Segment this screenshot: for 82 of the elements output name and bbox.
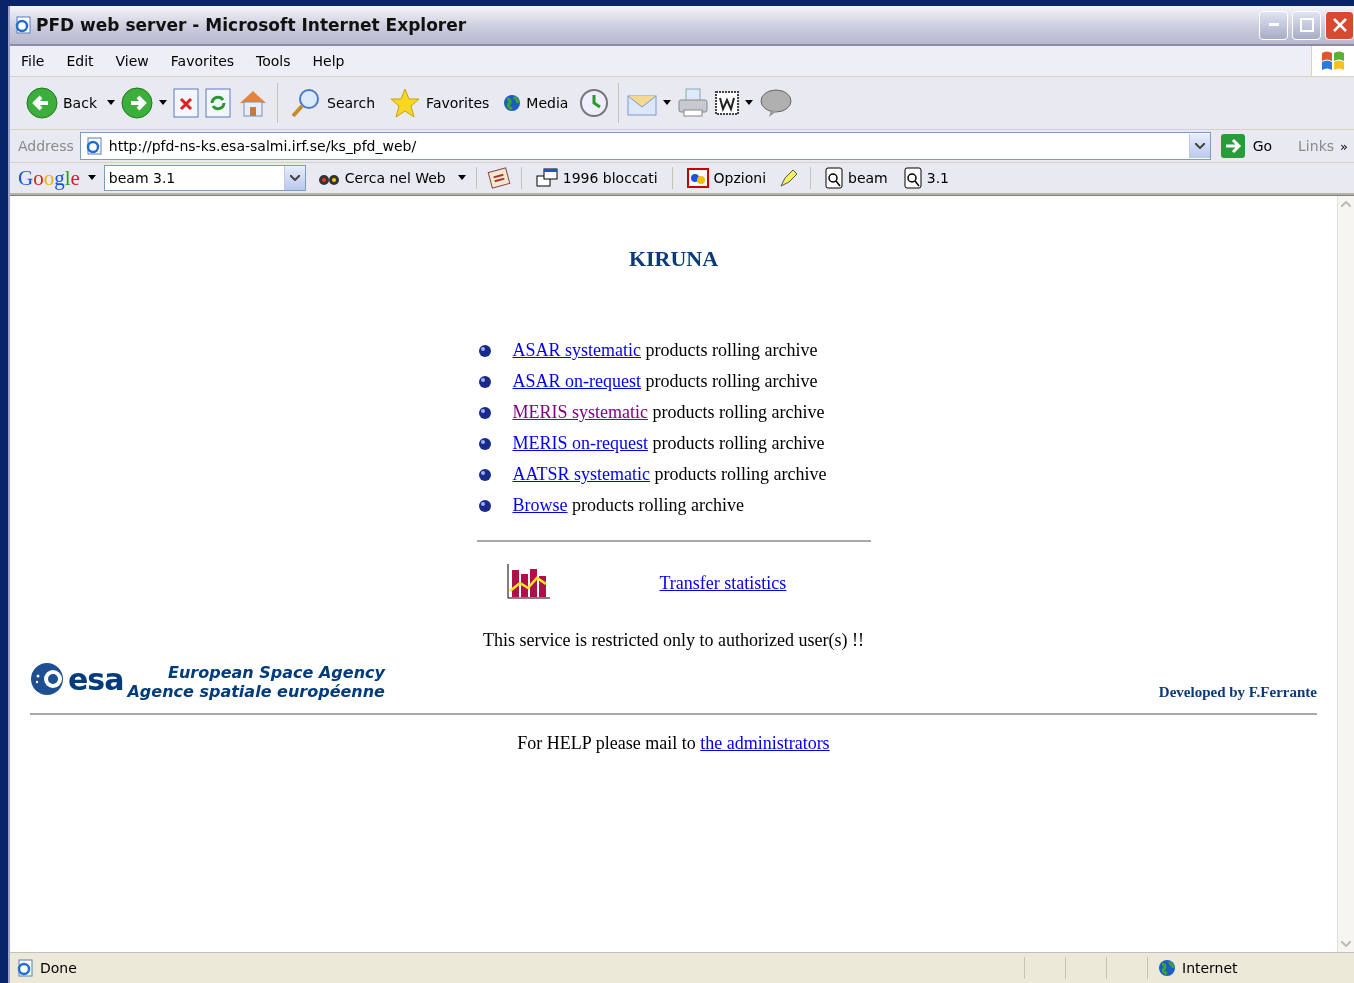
chevron-down-icon (289, 175, 300, 181)
search-field[interactable]: beam 3.1 (103, 165, 306, 191)
search-button[interactable]: Search (286, 87, 380, 119)
transfer-statistics-link[interactable]: Transfer statistics (659, 572, 787, 594)
search-term-button[interactable]: 3.1 (899, 167, 953, 189)
favorites-button[interactable]: Favorites (385, 87, 494, 119)
caret-icon[interactable] (107, 100, 115, 106)
dropdown-button[interactable] (1188, 134, 1210, 158)
popup-blocker-button[interactable]: 1996 bloccati (531, 168, 662, 188)
caret-icon[interactable] (87, 175, 96, 181)
bullet-icon (476, 404, 493, 421)
zone-label: Internet (1182, 960, 1238, 976)
history-clock-icon[interactable] (578, 87, 611, 119)
find-icon (903, 167, 922, 189)
printer-icon[interactable] (677, 88, 710, 118)
google-logo[interactable]: Google (18, 165, 80, 191)
speech-bubble-icon[interactable] (759, 88, 794, 118)
page-heading: KIRUNA (628, 246, 719, 272)
go-button[interactable]: Go (1216, 134, 1293, 158)
bullet-icon (476, 435, 493, 452)
archive-item: ASAR on-request products rolling archive (512, 371, 818, 392)
address-label: Address (18, 138, 74, 154)
windows-icon (535, 168, 558, 188)
bullet-icon (476, 373, 493, 390)
caret-icon[interactable] (159, 100, 167, 106)
dropdown-button[interactable] (283, 166, 305, 190)
ie-page-icon (84, 137, 103, 155)
menu-item[interactable]: Help (301, 53, 356, 69)
stop-icon[interactable] (173, 88, 199, 118)
archive-item: MERIS on-request products rolling archive (512, 433, 825, 454)
menu-item[interactable]: Favorites (159, 53, 246, 69)
caret-icon[interactable] (457, 175, 466, 181)
archive-item: ASAR systematic products rolling archive (512, 340, 818, 361)
maximize-icon (1299, 18, 1314, 32)
search-term-button[interactable]: beam (821, 167, 892, 189)
archive-link[interactable]: Browse (512, 495, 568, 515)
status-text: Done (40, 960, 78, 976)
menu-item[interactable]: Tools (245, 53, 302, 69)
archive-item: AATSR systematic products rolling archive (512, 464, 827, 485)
archive-link[interactable]: ASAR on-request (512, 371, 641, 391)
developer-credit: Developed by F.Ferrante (1158, 684, 1317, 701)
menu-item[interactable]: Edit (55, 53, 105, 69)
bullet-icon (476, 497, 493, 514)
refresh-icon[interactable] (205, 88, 231, 118)
esa-logo: esa European Space Agency Agence spatiale européenne (30, 657, 385, 701)
archive-item: MERIS systematic products rolling archive (512, 402, 825, 423)
caret-icon[interactable] (663, 100, 672, 106)
restriction-notice: This service is restricted only to authorized user(s) !! (483, 630, 864, 651)
archive-link[interactable]: ASAR systematic (512, 340, 641, 360)
media-button[interactable]: Media (499, 94, 573, 112)
window-title: PFD web server - Microsoft Internet Explorer (36, 15, 468, 35)
back-button[interactable]: Back (22, 87, 101, 119)
archive-link[interactable]: MERIS systematic (512, 402, 648, 422)
administrators-link[interactable]: the administrators (700, 733, 830, 753)
document-edit-icon[interactable] (715, 91, 740, 115)
ie-page-icon (16, 959, 34, 977)
magnifier-icon (290, 87, 322, 119)
archive-item: Browse products rolling archive (512, 495, 744, 516)
search-web-button[interactable]: Cerca nel Web (313, 168, 450, 188)
more-chevron: » (1340, 138, 1348, 154)
bullet-icon (476, 466, 493, 483)
archive-link[interactable]: MERIS on-request (512, 433, 648, 453)
archive-link[interactable]: AATSR systematic (512, 464, 650, 484)
bar-chart-icon (505, 564, 552, 602)
close-button[interactable] (1325, 10, 1354, 40)
menu-item[interactable]: File (10, 53, 56, 69)
globe-icon (503, 94, 522, 112)
address-field[interactable]: http://pfd-ns-ks.esa-salmi.irf.se/ks_pfd_web/ (79, 132, 1211, 160)
close-icon (1332, 18, 1347, 32)
globe-icon (1158, 959, 1176, 977)
options-button[interactable]: Opzioni (682, 168, 771, 188)
minimize-icon (1268, 23, 1279, 27)
news-icon[interactable] (486, 167, 511, 189)
menu-item[interactable]: View (104, 53, 160, 69)
star-icon (389, 87, 422, 119)
caret-icon[interactable] (745, 100, 754, 106)
help-line: For HELP please mail to the administrators (517, 733, 830, 754)
chevron-down-icon (1194, 143, 1205, 149)
options-icon (686, 168, 709, 188)
find-icon (825, 167, 844, 189)
ie-page-icon (14, 16, 32, 34)
bullet-icon (476, 342, 493, 359)
